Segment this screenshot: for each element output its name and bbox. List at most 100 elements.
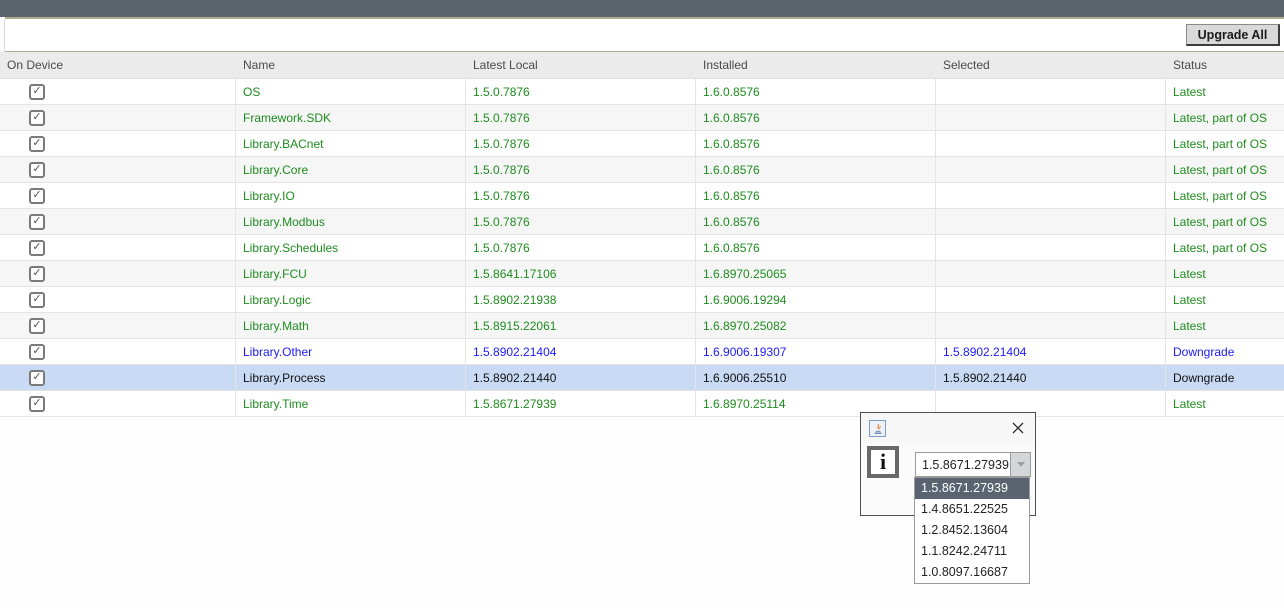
cell-status: Latest xyxy=(1166,287,1284,312)
table-row-library-schedules[interactable]: Library.Schedules1.5.0.78761.6.0.8576Lat… xyxy=(0,235,1284,261)
cell-installed: 1.6.0.8576 xyxy=(696,131,936,156)
table-row-library-process[interactable]: Library.Process1.5.8902.214401.6.9006.25… xyxy=(0,365,1284,391)
cell-on-device xyxy=(0,131,236,156)
cell-on-device xyxy=(0,157,236,182)
close-icon[interactable] xyxy=(1011,421,1025,435)
column-header-status[interactable]: Status xyxy=(1166,52,1284,78)
cell-status: Latest xyxy=(1166,79,1284,104)
on-device-checkbox[interactable] xyxy=(29,162,45,178)
version-option-1-0-8097-16687[interactable]: 1.0.8097.16687 xyxy=(915,562,1029,583)
cell-installed: 1.6.9006.19307 xyxy=(696,339,936,364)
upgrade-all-button[interactable]: Upgrade All xyxy=(1186,24,1280,46)
table-row-os[interactable]: OS1.5.0.78761.6.0.8576Latest xyxy=(0,79,1284,105)
column-header-on-device[interactable]: On Device xyxy=(0,52,236,78)
cell-latest-local: 1.5.0.7876 xyxy=(466,235,696,260)
cell-status: Latest xyxy=(1166,391,1284,416)
table-row-framework-sdk[interactable]: Framework.SDK1.5.0.78761.6.0.8576Latest,… xyxy=(0,105,1284,131)
table-body: OS1.5.0.78761.6.0.8576LatestFramework.SD… xyxy=(0,79,1284,417)
cell-selected xyxy=(936,209,1166,234)
cell-name: Library.Core xyxy=(236,157,466,182)
table-row-library-logic[interactable]: Library.Logic1.5.8902.219381.6.9006.1929… xyxy=(0,287,1284,313)
window-top-bar xyxy=(0,0,1284,17)
cell-on-device xyxy=(0,261,236,286)
java-coffee-icon xyxy=(869,420,886,437)
cell-on-device xyxy=(0,287,236,312)
cell-latest-local: 1.5.8641.17106 xyxy=(466,261,696,286)
cell-status: Downgrade xyxy=(1166,339,1284,364)
table-row-library-core[interactable]: Library.Core1.5.0.78761.6.0.8576Latest, … xyxy=(0,157,1284,183)
table-row-library-bacnet[interactable]: Library.BACnet1.5.0.78761.6.0.8576Latest… xyxy=(0,131,1284,157)
table-row-library-modbus[interactable]: Library.Modbus1.5.0.78761.6.0.8576Latest… xyxy=(0,209,1284,235)
cell-installed: 1.6.0.8576 xyxy=(696,183,936,208)
table-row-library-math[interactable]: Library.Math1.5.8915.220611.6.8970.25082… xyxy=(0,313,1284,339)
on-device-checkbox[interactable] xyxy=(29,266,45,282)
on-device-checkbox[interactable] xyxy=(29,188,45,204)
cell-latest-local: 1.5.0.7876 xyxy=(466,131,696,156)
column-header-name[interactable]: Name xyxy=(236,52,466,78)
column-header-latest-local[interactable]: Latest Local xyxy=(466,52,696,78)
version-option-1-2-8452-13604[interactable]: 1.2.8452.13604 xyxy=(915,520,1029,541)
on-device-checkbox[interactable] xyxy=(29,318,45,334)
cell-selected xyxy=(936,79,1166,104)
on-device-checkbox[interactable] xyxy=(29,136,45,152)
cell-latest-local: 1.5.0.7876 xyxy=(466,209,696,234)
cell-status: Latest xyxy=(1166,313,1284,338)
table-header-row: On DeviceNameLatest LocalInstalledSelect… xyxy=(0,52,1284,79)
column-header-installed[interactable]: Installed xyxy=(696,52,936,78)
packages-table: On DeviceNameLatest LocalInstalledSelect… xyxy=(0,52,1284,417)
cell-latest-local: 1.5.0.7876 xyxy=(466,157,696,182)
cell-on-device xyxy=(0,105,236,130)
on-device-checkbox[interactable] xyxy=(29,84,45,100)
info-icon: i xyxy=(867,446,899,478)
dialog-title-bar xyxy=(861,413,1035,443)
chevron-down-icon[interactable] xyxy=(1010,453,1030,476)
cell-latest-local: 1.5.8671.27939 xyxy=(466,391,696,416)
table-row-library-io[interactable]: Library.IO1.5.0.78761.6.0.8576Latest, pa… xyxy=(0,183,1284,209)
cell-latest-local: 1.5.8902.21404 xyxy=(466,339,696,364)
cell-status: Latest, part of OS xyxy=(1166,157,1284,182)
on-device-checkbox[interactable] xyxy=(29,396,45,412)
cell-on-device xyxy=(0,209,236,234)
on-device-checkbox[interactable] xyxy=(29,214,45,230)
cell-selected xyxy=(936,235,1166,260)
table-row-library-time[interactable]: Library.Time1.5.8671.279391.6.8970.25114… xyxy=(0,391,1284,417)
cell-installed: 1.6.9006.19294 xyxy=(696,287,936,312)
column-header-selected[interactable]: Selected xyxy=(936,52,1166,78)
table-row-library-other[interactable]: Library.Other1.5.8902.214041.6.9006.1930… xyxy=(0,339,1284,365)
cell-latest-local: 1.5.8915.22061 xyxy=(466,313,696,338)
cell-selected: 1.5.8902.21440 xyxy=(936,365,1166,390)
version-option-1-1-8242-24711[interactable]: 1.1.8242.24711 xyxy=(915,541,1029,562)
on-device-checkbox[interactable] xyxy=(29,240,45,256)
cell-selected xyxy=(936,313,1166,338)
cell-selected xyxy=(936,105,1166,130)
cell-status: Latest, part of OS xyxy=(1166,183,1284,208)
cell-name: Library.BACnet xyxy=(236,131,466,156)
version-combobox-value: 1.5.8671.27939 xyxy=(916,458,1010,472)
cell-on-device xyxy=(0,339,236,364)
table-row-library-fcu[interactable]: Library.FCU1.5.8641.171061.6.8970.25065L… xyxy=(0,261,1284,287)
on-device-checkbox[interactable] xyxy=(29,292,45,308)
cell-installed: 1.6.0.8576 xyxy=(696,209,936,234)
cell-name: Library.Modbus xyxy=(236,209,466,234)
version-combobox[interactable]: 1.5.8671.27939 xyxy=(915,452,1031,477)
on-device-checkbox[interactable] xyxy=(29,344,45,360)
cell-selected xyxy=(936,287,1166,312)
version-dropdown-list: 1.5.8671.279391.4.8651.225251.2.8452.136… xyxy=(914,477,1030,584)
cell-on-device xyxy=(0,313,236,338)
cell-selected: 1.5.8902.21404 xyxy=(936,339,1166,364)
toolbar: Upgrade All xyxy=(5,19,1284,51)
cell-name: Library.FCU xyxy=(236,261,466,286)
cell-on-device xyxy=(0,391,236,416)
cell-on-device xyxy=(0,183,236,208)
cell-latest-local: 1.5.8902.21440 xyxy=(466,365,696,390)
cell-installed: 1.6.0.8576 xyxy=(696,235,936,260)
version-option-1-4-8651-22525[interactable]: 1.4.8651.22525 xyxy=(915,499,1029,520)
cell-installed: 1.6.0.8576 xyxy=(696,79,936,104)
cell-status: Latest, part of OS xyxy=(1166,105,1284,130)
on-device-checkbox[interactable] xyxy=(29,110,45,126)
version-option-1-5-8671-27939[interactable]: 1.5.8671.27939 xyxy=(915,478,1029,499)
cell-status: Downgrade xyxy=(1166,365,1284,390)
cell-name: Library.Logic xyxy=(236,287,466,312)
on-device-checkbox[interactable] xyxy=(29,370,45,386)
cell-latest-local: 1.5.0.7876 xyxy=(466,105,696,130)
